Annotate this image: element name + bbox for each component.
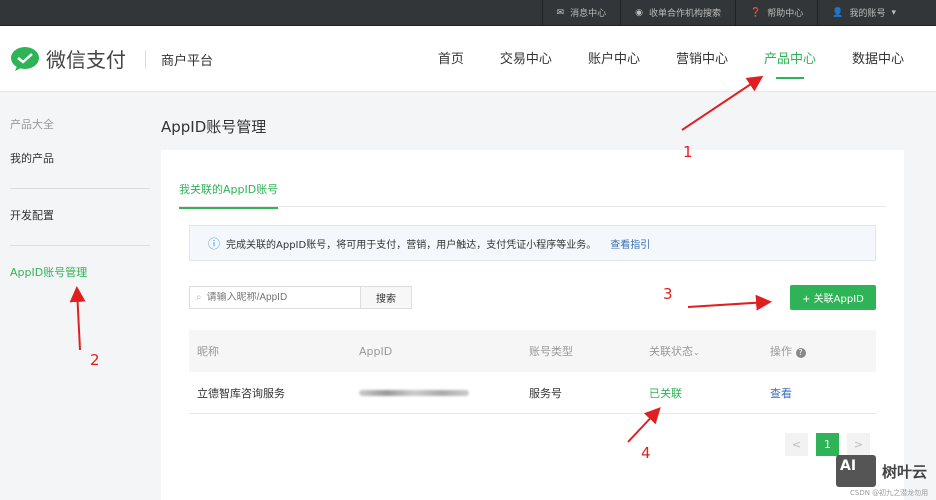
watermark-brand: 树叶云 [882,462,928,481]
wechat-pay-logo-icon [11,46,39,71]
nav-data[interactable]: 数据中心 [852,48,904,79]
help-icon[interactable]: ? [795,348,806,358]
topbar-help[interactable]: ❓ 帮助中心 [735,0,817,25]
logo[interactable]: 微信支付 [10,44,126,73]
appid-table: 昵称 AppID 账号类型 关联状态⌄ 操作 ? 立德智库咨询服务 服务号 已关… [189,330,876,414]
cell-appid-blurred [359,386,529,399]
watermark-sub: CSDN @初九之潜龙勿用 [850,489,929,497]
help-icon: ❓ [750,7,762,18]
prev-page-button[interactable]: < [785,433,808,456]
chevron-down-icon: ⌄ [693,348,700,357]
search-icon: ⌕ [196,292,202,303]
sidebar-item-appid[interactable]: AppID账号管理 [10,264,150,280]
nav-home[interactable]: 首页 [438,48,464,79]
header: 微信支付 商户平台 首页 交易中心 账户中心 营销中心 产品中心 数据中心 [0,26,936,92]
caret-down-icon: ▾ [891,7,896,18]
sidebar-item-my-products[interactable]: 我的产品 [10,150,150,166]
annotation-1: 1 [683,143,693,161]
divider [10,188,150,189]
cell-type: 服务号 [529,386,562,400]
col-appid: AppID [359,344,393,358]
annotation-4: 4 [641,444,651,462]
col-status[interactable]: 关联状态⌄ [649,343,770,359]
table-header: 昵称 AppID 账号类型 关联状态⌄ 操作 ? [189,330,876,372]
divider [179,206,886,207]
cell-status: 已关联 [649,386,682,400]
sidebar: 产品大全 我的产品 开发配置 AppID账号管理 [10,116,150,280]
col-action: 操作 ? [770,343,876,359]
topbar-institution-search[interactable]: ◉ 收单合作机构搜索 [620,0,735,25]
page-title: AppID账号管理 [161,118,267,136]
col-nickname: 昵称 [197,345,219,358]
cell-nickname: 立德智库咨询服务 [197,386,285,400]
pagination: < 1 > [785,433,870,456]
annotation-3: 3 [663,285,673,303]
content-card: 我关联的AppID账号 ⓘ 完成关联的AppID账号，将可用于支付，营销，用户触… [161,150,904,500]
sidebar-heading: 产品大全 [10,118,54,131]
sidebar-item-dev-config[interactable]: 开发配置 [10,207,150,223]
search-input[interactable] [206,292,347,303]
info-notice: ⓘ 完成关联的AppID账号，将可用于支付，营销，用户触达，支付凭证小程序等业务… [189,225,876,261]
arrow-2 [69,286,86,351]
topbar-messages[interactable]: ✉ 消息中心 [541,0,621,25]
annotation-2: 2 [90,351,100,369]
nav-product[interactable]: 产品中心 [764,48,816,79]
info-icon: ⓘ [208,236,221,251]
nav-account[interactable]: 账户中心 [588,48,640,79]
table-row: 立德智库咨询服务 服务号 已关联 查看 [189,372,876,414]
search-button[interactable]: 搜索 [360,286,412,309]
top-bar: ✉ 消息中心 ◉ 收单合作机构搜索 ❓ 帮助中心 👤 我的账号 ▾ [0,0,936,26]
watermark-logo: AI [836,455,876,487]
page-1-button[interactable]: 1 [816,433,839,456]
watermark: AI 树叶云 [836,455,927,487]
guide-link[interactable]: 查看指引 [610,236,650,251]
search-field[interactable]: ⌕ [189,286,360,309]
col-type: 账号类型 [529,345,573,358]
divider [10,245,150,246]
add-appid-button[interactable]: + 关联AppID [790,285,876,310]
nav-marketing[interactable]: 营销中心 [676,48,728,79]
search-circle-icon: ◉ [635,7,643,18]
nav-trade[interactable]: 交易中心 [500,48,552,79]
topbar-account[interactable]: 👤 我的账号 ▾ [817,0,936,25]
main-nav: 首页 交易中心 账户中心 营销中心 产品中心 数据中心 [438,48,904,79]
tab-linked-appid[interactable]: 我关联的AppID账号 [179,181,279,209]
next-page-button[interactable]: > [847,433,870,456]
user-icon: 👤 [832,7,844,18]
mail-icon: ✉ [556,7,565,18]
view-link[interactable]: 查看 [770,385,876,401]
platform-label: 商户平台 [145,50,213,69]
